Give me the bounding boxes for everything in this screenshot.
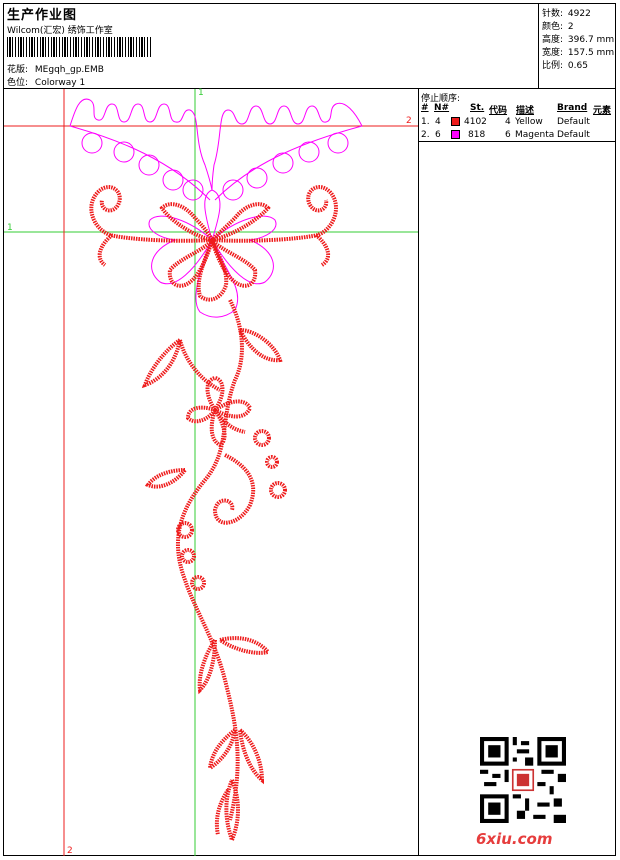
qr-code [480,737,566,823]
red-embroidery [89,185,338,846]
guide-label-h1: 1 [7,223,13,233]
magenta-lace [69,98,363,318]
guide-label-v2: 2 [67,846,73,856]
watermark: 6xiu.com [476,830,553,848]
guide-label-v1: 1 [198,88,204,98]
guide-label-h2: 2 [406,116,412,126]
embroidery-design [4,89,418,856]
